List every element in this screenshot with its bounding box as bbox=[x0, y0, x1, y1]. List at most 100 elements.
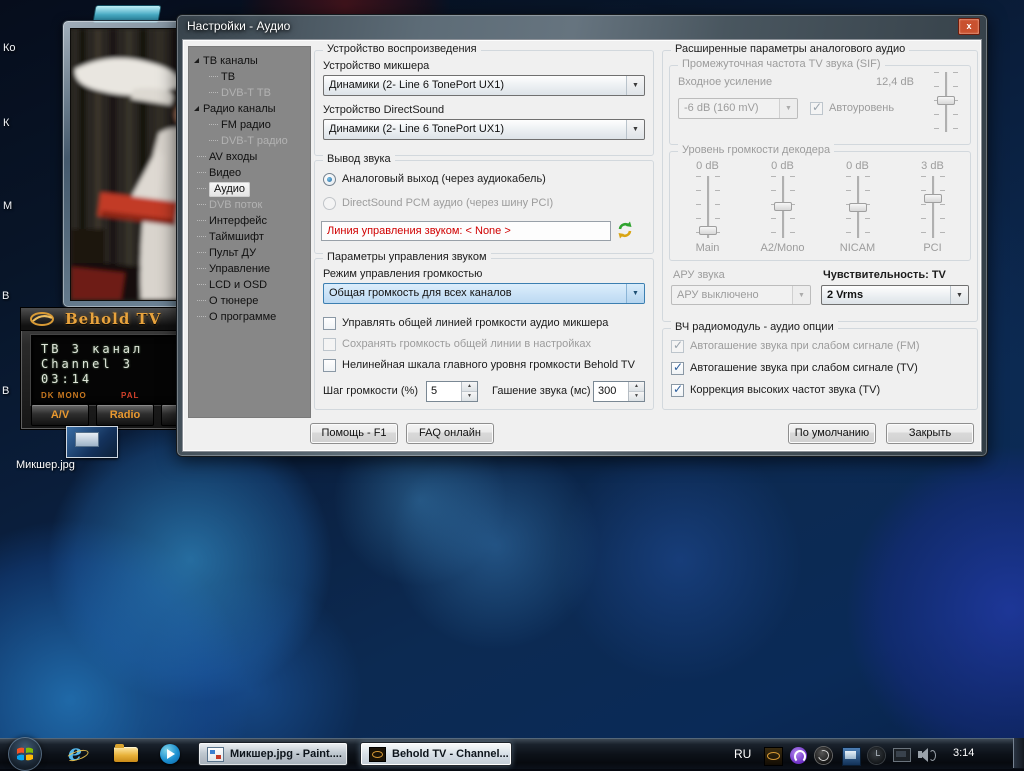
refresh-icon[interactable] bbox=[615, 220, 635, 240]
tree-item-lcd-osd[interactable]: LCD и OSD bbox=[188, 277, 311, 293]
slider-thumb[interactable] bbox=[937, 96, 955, 105]
slider-thumb[interactable] bbox=[699, 226, 717, 235]
tree-item-tv-channels[interactable]: ТВ каналы bbox=[188, 53, 311, 69]
tree-connector bbox=[209, 76, 218, 77]
tree-item-timeshift[interactable]: Таймшифт bbox=[188, 229, 311, 245]
language-indicator[interactable]: RU bbox=[734, 747, 751, 761]
desktop-icon-label[interactable]: Микшер.jpg bbox=[16, 459, 166, 471]
analog-output-label: Аналоговый выход (через аудиокабель) bbox=[342, 173, 546, 185]
mute-time-spinner[interactable]: 300 ▲▼ bbox=[593, 381, 645, 402]
volume-slider[interactable] bbox=[769, 176, 797, 238]
faq-button[interactable]: FAQ онлайн bbox=[406, 423, 494, 444]
media-player-icon[interactable] bbox=[160, 744, 180, 764]
defaults-button[interactable]: По умолчанию bbox=[788, 423, 876, 444]
tree-item-dvb-stream[interactable]: DVB поток bbox=[188, 197, 311, 213]
pcm-output-radio[interactable] bbox=[323, 197, 336, 210]
chevron-down-icon: ▼ bbox=[779, 99, 797, 118]
volume-slider[interactable] bbox=[919, 176, 947, 238]
volume-slider[interactable] bbox=[694, 176, 722, 238]
save-volume-checkbox[interactable] bbox=[323, 338, 336, 351]
volume-slider[interactable] bbox=[844, 176, 872, 238]
volume-mode-combo[interactable]: Общая громкость для всех каналов▼ bbox=[323, 283, 645, 304]
tree-item-video[interactable]: Видео bbox=[188, 165, 311, 181]
sif-level-slider[interactable] bbox=[932, 72, 960, 132]
desktop-icon-label-fragment[interactable]: Ко bbox=[3, 42, 16, 54]
desktop-icon-mixer-image[interactable] bbox=[66, 426, 118, 458]
close-button[interactable]: x bbox=[958, 18, 980, 35]
mixer-line-checkbox[interactable] bbox=[323, 317, 336, 330]
spin-up-icon[interactable]: ▲ bbox=[462, 382, 477, 392]
tree-item-fm-radio[interactable]: FM радио bbox=[188, 117, 311, 133]
directsound-device-label: Устройство DirectSound bbox=[323, 104, 444, 116]
spinner-buttons[interactable]: ▲▼ bbox=[461, 382, 477, 401]
directsound-device-combo[interactable]: Динамики (2- Line 6 TonePort UX1)▼ bbox=[323, 119, 645, 140]
tree-item-remote[interactable]: Пульт ДУ bbox=[188, 245, 311, 261]
tray-shutter-icon[interactable] bbox=[815, 747, 832, 764]
tree-item-radio-channels[interactable]: Радио каналы bbox=[188, 101, 311, 117]
tree-connector bbox=[197, 284, 206, 285]
tree-item-dvbt-radio[interactable]: DVB-T радио bbox=[188, 133, 311, 149]
tree-item-dvbt-tv[interactable]: DVB-T ТВ bbox=[188, 85, 311, 101]
tree-connector bbox=[197, 316, 206, 317]
desktop-icon-label-fragment[interactable]: В bbox=[2, 290, 9, 302]
windows-logo-icon bbox=[16, 745, 34, 763]
chevron-down-icon[interactable]: ▼ bbox=[626, 284, 644, 303]
hf-correction-checkbox[interactable]: ✓ bbox=[671, 384, 684, 397]
settings-dialog[interactable]: Настройки - Аудио x ТВ каналы ТВ DVB-T Т… bbox=[176, 14, 988, 457]
tree-item-av-inputs[interactable]: AV входы bbox=[188, 149, 311, 165]
sensitivity-combo[interactable]: 2 Vrms▼ bbox=[821, 285, 969, 305]
close-dialog-button[interactable]: Закрыть bbox=[886, 423, 974, 444]
chevron-down-icon[interactable]: ▼ bbox=[626, 76, 644, 95]
tray-network-display-icon[interactable] bbox=[893, 748, 911, 762]
tree-item-audio-selected[interactable]: Аудио bbox=[188, 181, 311, 197]
spin-down-icon[interactable]: ▼ bbox=[629, 392, 644, 401]
taskbar-window-paint[interactable]: Микшер.jpg - Paint.... bbox=[198, 742, 348, 766]
sensitivity-label: Чувствительность: TV bbox=[823, 269, 946, 281]
input-gain-combo[interactable]: -6 dB (160 mV)▼ bbox=[678, 98, 798, 119]
tree-item-tv[interactable]: ТВ bbox=[188, 69, 311, 85]
start-button[interactable] bbox=[8, 737, 42, 771]
volume-step-spinner[interactable]: 5 ▲▼ bbox=[426, 381, 478, 402]
spin-down-icon[interactable]: ▼ bbox=[462, 392, 477, 401]
windows-explorer-icon[interactable] bbox=[114, 747, 138, 762]
tree-item-about-program[interactable]: О программе bbox=[188, 309, 311, 325]
behold-radio-button[interactable]: Radio bbox=[96, 404, 154, 426]
show-desktop-button[interactable] bbox=[1013, 738, 1024, 768]
mixer-device-combo[interactable]: Динамики (2- Line 6 TonePort UX1)▼ bbox=[323, 75, 645, 96]
desktop-icon-label-fragment[interactable]: В bbox=[2, 385, 9, 397]
clock[interactable]: 3:14 bbox=[953, 747, 974, 759]
agc-combo[interactable]: АРУ выключено▼ bbox=[671, 285, 811, 305]
tray-clock-icon[interactable] bbox=[868, 747, 885, 764]
taskbar-window-behold[interactable]: Behold TV - Channel... bbox=[360, 742, 512, 766]
analog-output-radio[interactable] bbox=[323, 173, 336, 186]
autolevel-checkbox[interactable]: ✓ bbox=[810, 102, 823, 115]
chevron-down-icon: ▼ bbox=[792, 286, 810, 304]
chevron-down-icon[interactable]: ▼ bbox=[626, 120, 644, 139]
tv-mute-checkbox[interactable]: ✓ bbox=[671, 362, 684, 375]
tree-item-about-tuner[interactable]: О тюнере bbox=[188, 293, 311, 309]
tray-image-icon[interactable] bbox=[842, 747, 861, 766]
slider-thumb[interactable] bbox=[774, 202, 792, 211]
tree-item-interface[interactable]: Интерфейс bbox=[188, 213, 311, 229]
slider-thumb[interactable] bbox=[849, 203, 867, 212]
nonlinear-scale-checkbox[interactable] bbox=[323, 359, 336, 372]
behold-av-button[interactable]: A/V bbox=[31, 404, 89, 426]
spinner-buttons[interactable]: ▲▼ bbox=[628, 382, 644, 401]
sound-control-line-field[interactable]: Линия управления звуком: < None > bbox=[321, 221, 611, 241]
internet-explorer-icon[interactable]: e bbox=[66, 743, 88, 765]
spin-up-icon[interactable]: ▲ bbox=[629, 382, 644, 392]
tray-volume-icon[interactable] bbox=[918, 747, 935, 764]
radio-dot bbox=[327, 177, 332, 182]
slider-thumb[interactable] bbox=[924, 194, 942, 203]
help-button[interactable]: Помощь - F1 bbox=[310, 423, 398, 444]
tray-torrent-icon[interactable] bbox=[790, 747, 807, 764]
sound-output-group: Вывод звука Аналоговый выход (через ауди… bbox=[314, 160, 654, 254]
chevron-down-icon[interactable]: ▼ bbox=[950, 286, 968, 304]
desktop-icon-label-fragment[interactable]: К bbox=[3, 117, 9, 129]
tree-item-control[interactable]: Управление bbox=[188, 261, 311, 277]
fm-mute-checkbox[interactable]: ✓ bbox=[671, 340, 684, 353]
tray-behold-icon[interactable] bbox=[764, 747, 783, 766]
tree-expand-icon[interactable] bbox=[194, 58, 199, 63]
desktop-icon-label-fragment[interactable]: М bbox=[3, 200, 12, 212]
tree-expand-icon[interactable] bbox=[194, 106, 199, 111]
